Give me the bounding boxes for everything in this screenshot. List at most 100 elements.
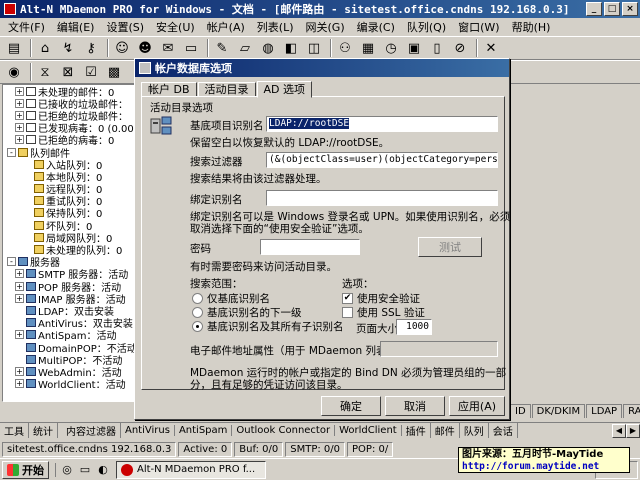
connect-icon[interactable]: ↯: [58, 38, 78, 58]
menu-window[interactable]: 窗口(W): [452, 19, 505, 35]
search-filter-input[interactable]: (&(objectClass=user)(objectCategory=pers…: [266, 152, 498, 168]
globe-icon[interactable]: ◍: [258, 38, 278, 58]
scope-subtree-radio[interactable]: 基底识别名及其所有子识别名: [192, 319, 344, 334]
stats-icon[interactable]: ▦: [358, 38, 378, 58]
filter-icon[interactable]: ⧖: [35, 62, 55, 82]
tab-account-db[interactable]: 帐户 DB: [141, 82, 197, 97]
tab-mail[interactable]: 邮件: [431, 423, 460, 438]
expand-icon[interactable]: +: [15, 98, 24, 108]
menu-lists[interactable]: 列表(L): [251, 19, 300, 35]
status-tree[interactable]: + 未处理的邮件：0 + 已接收的垃圾邮件： + 已拒绝的垃圾邮件： + 已发现病毒：0 (0…: [2, 84, 142, 402]
mailbox-icon[interactable]: ✉: [158, 38, 178, 58]
expand-icon[interactable]: +: [15, 86, 24, 96]
tab-queues[interactable]: 队列: [460, 423, 489, 438]
attachment-icon[interactable]: ⊘: [450, 38, 470, 58]
maximize-button[interactable]: □: [604, 2, 620, 16]
cancel-button[interactable]: 取消: [385, 396, 445, 416]
expand-icon[interactable]: +: [15, 135, 24, 145]
document-icon[interactable]: ▯: [427, 38, 447, 58]
tab-tools[interactable]: 工具: [0, 423, 29, 438]
tree-item[interactable]: + 已拒绝的病毒：0: [3, 134, 141, 147]
expand-icon[interactable]: +: [15, 281, 24, 291]
folder-open-icon[interactable]: ▱: [235, 38, 255, 58]
taskbar-item-mdaemon[interactable]: Alt-N MDaemon PRO f...: [116, 460, 266, 479]
antivirus-icon[interactable]: ◉: [4, 62, 24, 82]
menu-gateways[interactable]: 网关(G): [300, 19, 351, 35]
desktop-icon[interactable]: ▭: [78, 463, 92, 477]
disk-icon[interactable]: ▤: [4, 38, 24, 58]
tab-plugins[interactable]: 插件: [402, 423, 431, 438]
scope-base-only-radio[interactable]: 仅基底识别名: [192, 291, 270, 306]
window-title-bar[interactable]: Alt-N MDaemon PRO for Windows - 文档 - [邮件…: [0, 0, 640, 18]
dialog-title-bar[interactable]: 帐户数据库选项: [135, 59, 509, 77]
base-dn-input[interactable]: LDAP://rootDSE: [266, 116, 498, 132]
menu-catalogs[interactable]: 编录(C): [351, 19, 401, 35]
user-icon[interactable]: ☺: [112, 38, 132, 58]
menu-queues[interactable]: 队列(Q): [401, 19, 452, 35]
ssl-auth-checkbox[interactable]: 使用 SSL 验证: [342, 305, 425, 320]
tab-id[interactable]: ID: [510, 404, 531, 418]
email-attribute-input[interactable]: [380, 341, 498, 357]
pin-icon[interactable]: ✎: [212, 38, 232, 58]
folder-icon[interactable]: ▭: [181, 38, 201, 58]
media-icon[interactable]: ◐: [96, 463, 110, 477]
tree-item[interactable]: + WorldClient：活动: [3, 378, 141, 391]
tab-sessions[interactable]: 会话: [489, 423, 518, 438]
scope-one-level-radio[interactable]: 基底识别名的下一级: [192, 305, 302, 320]
tab-ad-options[interactable]: AD 选项: [256, 81, 313, 98]
network-icon[interactable]: ◫: [304, 38, 324, 58]
gateway-icon[interactable]: ◧: [281, 38, 301, 58]
ok-button[interactable]: 确定: [321, 396, 381, 416]
expand-icon[interactable]: +: [15, 269, 24, 279]
domain-icon[interactable]: ⌂: [35, 38, 55, 58]
people-icon[interactable]: ⚇: [335, 38, 355, 58]
bind-dn-input[interactable]: [266, 190, 498, 206]
menu-security[interactable]: 安全(U): [150, 19, 201, 35]
expand-icon[interactable]: +: [15, 366, 24, 376]
clock-icon[interactable]: ◷: [381, 38, 401, 58]
secure-auth-checkbox[interactable]: ✔ 使用安全验证: [342, 291, 420, 306]
scroll-left-icon[interactable]: ◀: [612, 423, 626, 438]
menu-settings[interactable]: 设置(S): [100, 19, 150, 35]
search-filter-hint: 搜索结果将由该过滤器处理。: [190, 173, 327, 185]
tab-outlook-connector[interactable]: Outlook Connector: [232, 425, 336, 436]
menu-help[interactable]: 帮助(H): [506, 19, 557, 35]
menu-file[interactable]: 文件(F): [2, 19, 51, 35]
expand-icon[interactable]: +: [15, 110, 24, 120]
tab-content-filter[interactable]: 内容过滤器: [62, 423, 121, 438]
tab-raw[interactable]: RAW: [623, 404, 640, 418]
expand-icon[interactable]: +: [15, 293, 24, 303]
collapse-icon[interactable]: -: [7, 147, 16, 157]
key-icon[interactable]: ⚷: [81, 38, 101, 58]
expand-icon[interactable]: +: [15, 379, 24, 389]
menu-accounts[interactable]: 帐户(A): [201, 19, 251, 35]
apply-button[interactable]: 应用(A): [449, 396, 505, 416]
tree-item[interactable]: 未处理的队列：0: [3, 243, 141, 257]
tab-active-directory[interactable]: 活动目录: [197, 82, 256, 97]
server-icon: [26, 281, 36, 291]
check-icon[interactable]: ☑: [81, 62, 101, 82]
page-size-input[interactable]: 1000: [396, 319, 432, 335]
minimize-button[interactable]: _: [586, 2, 602, 16]
password-input[interactable]: [260, 239, 360, 255]
test-button[interactable]: 测试: [418, 237, 482, 257]
lock-icon[interactable]: ▣: [404, 38, 424, 58]
tab-stats[interactable]: 统计: [29, 423, 58, 438]
browser-icon[interactable]: ◎: [60, 463, 74, 477]
block-icon[interactable]: ⊠: [58, 62, 78, 82]
tab-worldclient[interactable]: WorldClient: [335, 425, 402, 436]
close-button[interactable]: ×: [622, 2, 638, 16]
spam-icon[interactable]: ▩: [104, 62, 124, 82]
scroll-right-icon[interactable]: ▶: [626, 423, 640, 438]
users-icon[interactable]: ☻: [135, 38, 155, 58]
tab-ldap[interactable]: LDAP: [586, 404, 623, 418]
tab-antivirus[interactable]: AntiVirus: [121, 425, 175, 436]
tools-icon[interactable]: ✕: [481, 38, 501, 58]
expand-icon[interactable]: +: [15, 330, 24, 340]
expand-icon[interactable]: +: [15, 123, 24, 133]
start-button[interactable]: 开始: [2, 460, 49, 479]
collapse-icon[interactable]: -: [7, 257, 16, 267]
tab-dkim[interactable]: DK/DKIM: [531, 404, 586, 418]
tab-antispam[interactable]: AntiSpam: [175, 425, 233, 436]
menu-edit[interactable]: 编辑(E): [51, 19, 101, 35]
